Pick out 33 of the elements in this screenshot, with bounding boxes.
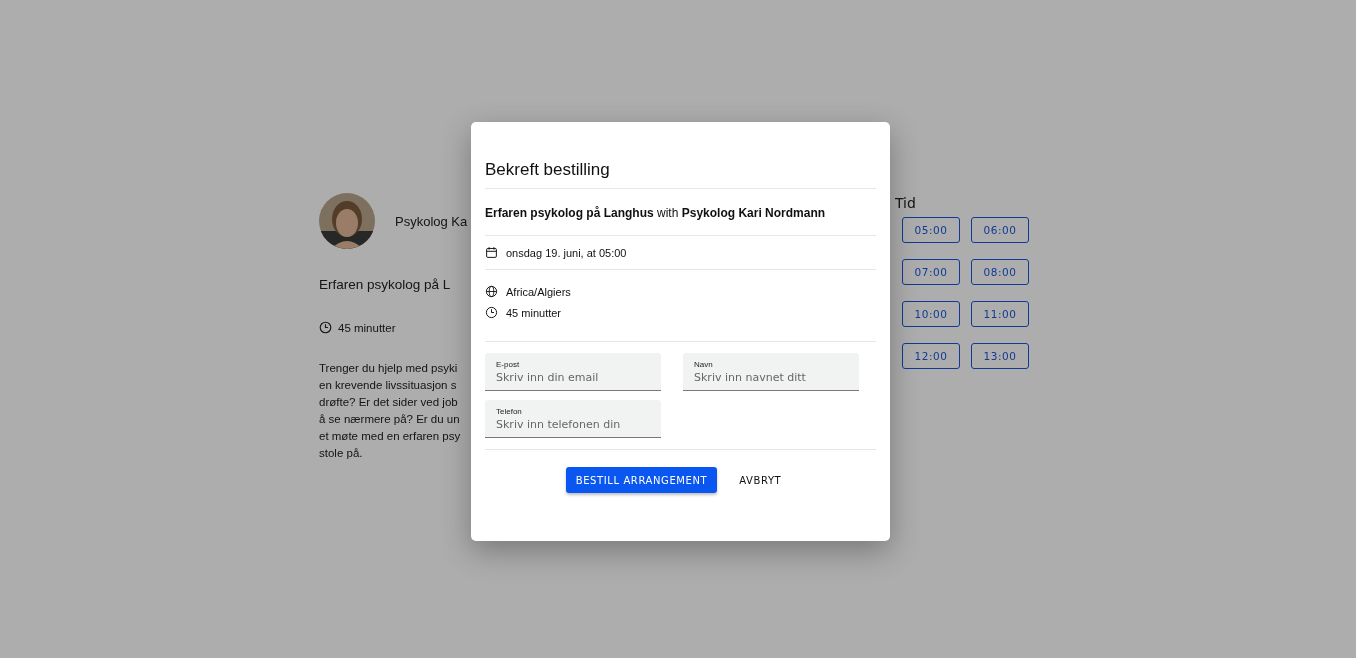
time-heading: Tid bbox=[895, 195, 917, 211]
time-slot-button[interactable]: 07:00 bbox=[902, 259, 960, 285]
description-text: Trenger du hjelp med psyki en krevende livssituasjon s drøfte? Er det sider ved job å se nærmere på? Er du un et møte med en erfaren psy stole på. bbox=[319, 361, 461, 461]
time-slot-button[interactable]: 08:00 bbox=[971, 259, 1029, 285]
field-label: E-post bbox=[496, 360, 521, 369]
host-name: Psykolog Ka bbox=[395, 213, 468, 229]
duration-text: 45 minutter bbox=[338, 321, 396, 334]
clock-icon bbox=[485, 306, 498, 319]
input-field[interactable]: Skriv inn telefonen din bbox=[496, 418, 650, 431]
time-slot-button[interactable]: 11:00 bbox=[971, 301, 1029, 327]
time-slot-button[interactable]: 10:00 bbox=[902, 301, 960, 327]
clock-icon bbox=[319, 321, 332, 334]
time-slot-button[interactable]: 06:00 bbox=[971, 217, 1029, 243]
text-field[interactable]: Telefon Skriv inn telefonen din bbox=[485, 400, 661, 438]
time-slot-button[interactable]: 12:00 bbox=[902, 343, 960, 369]
field-label: Telefon bbox=[496, 407, 523, 416]
date-text: onsdag 19. juni, at 05:00 bbox=[506, 246, 627, 259]
input-field[interactable]: Skriv inn din email bbox=[496, 371, 650, 384]
book-button[interactable]: BESTILL ARRANGEMENT bbox=[565, 467, 718, 493]
duration-text: 45 minutter bbox=[506, 306, 562, 319]
event-title: Erfaren psykolog på L bbox=[319, 277, 451, 292]
dialog-title: Bekreft bestilling bbox=[485, 160, 876, 189]
event-summary: Erfaren psykolog på Langhus with Psykolog Kari Nordmann bbox=[485, 189, 876, 236]
input-field[interactable]: Skriv inn navnet ditt bbox=[694, 371, 848, 384]
calendar-icon bbox=[485, 246, 498, 259]
field-label: Navn bbox=[694, 360, 714, 369]
cancel-button[interactable]: AVBRYT bbox=[725, 467, 796, 493]
globe-icon bbox=[485, 285, 498, 298]
text-field[interactable]: E-post Skriv inn din email bbox=[485, 353, 661, 391]
time-slot-button[interactable]: 05:00 bbox=[902, 217, 960, 243]
time-slot-button[interactable]: 13:00 bbox=[971, 343, 1029, 369]
timezone-text: Africa/Algiers bbox=[506, 285, 571, 298]
text-field[interactable]: Navn Skriv inn navnet ditt bbox=[683, 353, 859, 391]
